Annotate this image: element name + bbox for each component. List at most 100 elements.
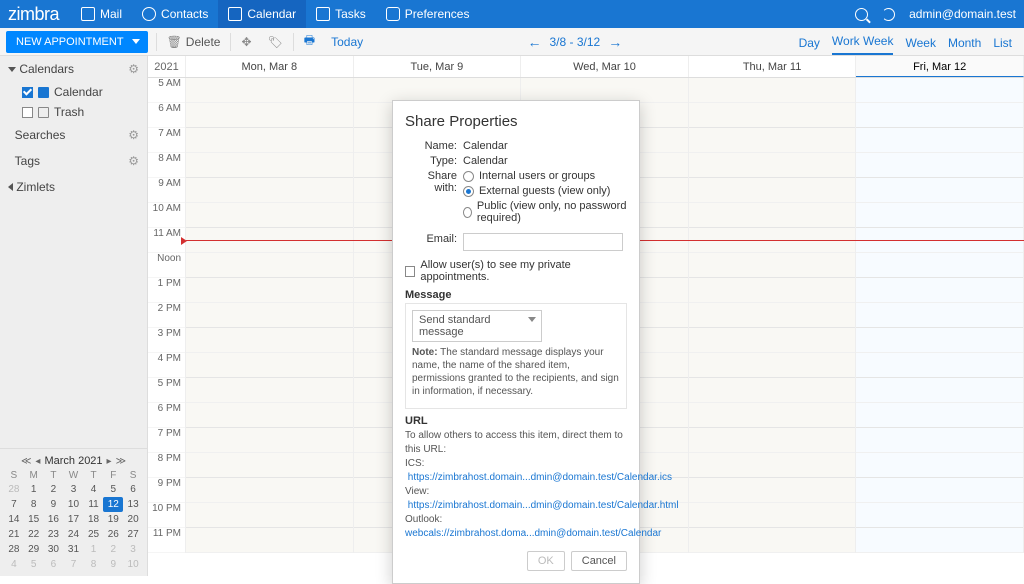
url-view-link[interactable]: https://zimbrahost.domain...dmin@domain.… — [408, 500, 679, 511]
time-slot[interactable] — [689, 478, 856, 503]
minical-day[interactable]: 8 — [24, 497, 44, 512]
time-slot[interactable] — [856, 478, 1023, 503]
minical-day[interactable]: 9 — [44, 497, 64, 512]
sidebar-zimlets[interactable]: Zimlets — [0, 174, 147, 200]
search-icon[interactable] — [855, 8, 868, 21]
minical-day[interactable]: 28 — [4, 542, 24, 557]
radio-internal[interactable]: Internal users or groups — [463, 170, 627, 182]
time-slot[interactable] — [689, 403, 856, 428]
time-slot[interactable] — [856, 528, 1023, 553]
cancel-button[interactable]: Cancel — [571, 551, 627, 571]
minical-day[interactable]: 15 — [24, 512, 44, 527]
day-column[interactable] — [689, 78, 857, 553]
time-slot[interactable] — [856, 278, 1023, 303]
checkbox-icon[interactable] — [22, 87, 33, 98]
time-slot[interactable] — [689, 503, 856, 528]
time-slot[interactable] — [186, 528, 353, 553]
day-header[interactable]: Fri, Mar 12 — [856, 56, 1024, 77]
allow-private-checkbox[interactable]: Allow user(s) to see my private appointm… — [405, 259, 627, 283]
minical-day[interactable]: 3 — [123, 542, 143, 557]
sidebar-tags[interactable]: Tags⚙ — [0, 148, 147, 174]
day-header[interactable]: Tue, Mar 9 — [354, 56, 522, 77]
time-slot[interactable] — [186, 253, 353, 278]
minical-day[interactable]: 22 — [24, 527, 44, 542]
time-slot[interactable] — [856, 178, 1023, 203]
refresh-icon[interactable] — [882, 8, 895, 21]
minical-day[interactable]: 10 — [63, 497, 83, 512]
time-slot[interactable] — [689, 328, 856, 353]
new-appointment-button[interactable]: NEW APPOINTMENT — [6, 31, 148, 53]
minical-day[interactable]: 5 — [103, 482, 123, 497]
minical-day[interactable]: 4 — [84, 482, 104, 497]
prev-range-button[interactable]: ← — [528, 34, 542, 50]
minical-day[interactable]: 27 — [123, 527, 143, 542]
time-slot[interactable] — [689, 378, 856, 403]
time-slot[interactable] — [689, 128, 856, 153]
user-menu[interactable]: admin@domain.test — [909, 7, 1016, 21]
minical-day[interactable]: 29 — [24, 542, 44, 557]
time-slot[interactable] — [689, 278, 856, 303]
tab-preferences[interactable]: Preferences — [376, 0, 480, 28]
time-slot[interactable] — [689, 253, 856, 278]
radio-external[interactable]: External guests (view only) — [463, 185, 627, 197]
minical-prev-year[interactable]: ≪ — [21, 456, 31, 467]
url-ics-link[interactable]: https://zimbrahost.domain...dmin@domain.… — [408, 472, 672, 483]
minical-day[interactable]: 8 — [84, 557, 104, 572]
time-slot[interactable] — [856, 328, 1023, 353]
minical-day[interactable]: 2 — [44, 482, 64, 497]
minical-day[interactable]: 7 — [4, 497, 24, 512]
time-slot[interactable] — [689, 78, 856, 103]
minical-day[interactable]: 13 — [123, 497, 143, 512]
time-slot[interactable] — [856, 378, 1023, 403]
time-slot[interactable] — [186, 403, 353, 428]
time-slot[interactable] — [856, 153, 1023, 178]
time-slot[interactable] — [689, 303, 856, 328]
time-slot[interactable] — [856, 403, 1023, 428]
print-button[interactable]: 🖶 — [296, 28, 323, 55]
time-slot[interactable] — [856, 103, 1023, 128]
view-list[interactable]: List — [993, 36, 1012, 55]
tab-calendar[interactable]: Calendar — [218, 0, 306, 28]
time-slot[interactable] — [186, 203, 353, 228]
time-slot[interactable] — [856, 428, 1023, 453]
time-slot[interactable] — [689, 203, 856, 228]
minical-day[interactable]: 12 — [103, 497, 123, 512]
minical-day[interactable]: 18 — [84, 512, 104, 527]
time-slot[interactable] — [186, 428, 353, 453]
minical-day[interactable]: 24 — [63, 527, 83, 542]
time-slot[interactable] — [186, 503, 353, 528]
minical-next-month[interactable]: ▸ — [107, 456, 112, 467]
email-input[interactable] — [463, 233, 623, 251]
sidebar-item-calendar[interactable]: Calendar — [0, 82, 147, 102]
minical-day[interactable]: 11 — [84, 497, 104, 512]
day-column[interactable] — [856, 78, 1024, 553]
tab-mail[interactable]: Mail — [71, 0, 132, 28]
time-slot[interactable] — [856, 503, 1023, 528]
tab-tasks[interactable]: Tasks — [306, 0, 376, 28]
time-slot[interactable] — [186, 78, 353, 103]
time-slot[interactable] — [689, 353, 856, 378]
minical-day[interactable]: 31 — [63, 542, 83, 557]
minical-prev-month[interactable]: ◂ — [35, 456, 40, 467]
minical-day[interactable]: 16 — [44, 512, 64, 527]
gear-icon[interactable]: ⚙ — [128, 128, 139, 142]
time-slot[interactable] — [689, 528, 856, 553]
today-button[interactable]: Today — [323, 28, 371, 55]
minical-day[interactable]: 26 — [103, 527, 123, 542]
minical-day[interactable]: 3 — [63, 482, 83, 497]
time-slot[interactable] — [856, 203, 1023, 228]
gear-icon[interactable]: ⚙ — [128, 62, 139, 76]
time-slot[interactable] — [186, 453, 353, 478]
minical-day[interactable]: 6 — [123, 482, 143, 497]
time-slot[interactable] — [186, 478, 353, 503]
next-range-button[interactable]: → — [608, 34, 622, 50]
day-header[interactable]: Wed, Mar 10 — [521, 56, 689, 77]
time-slot[interactable] — [856, 453, 1023, 478]
minical-day[interactable]: 23 — [44, 527, 64, 542]
minical-day[interactable]: 17 — [63, 512, 83, 527]
time-slot[interactable] — [186, 103, 353, 128]
delete-button[interactable]: 🗑Delete — [159, 28, 229, 55]
time-slot[interactable] — [186, 353, 353, 378]
time-slot[interactable] — [856, 303, 1023, 328]
view-work-week[interactable]: Work Week — [832, 34, 894, 55]
